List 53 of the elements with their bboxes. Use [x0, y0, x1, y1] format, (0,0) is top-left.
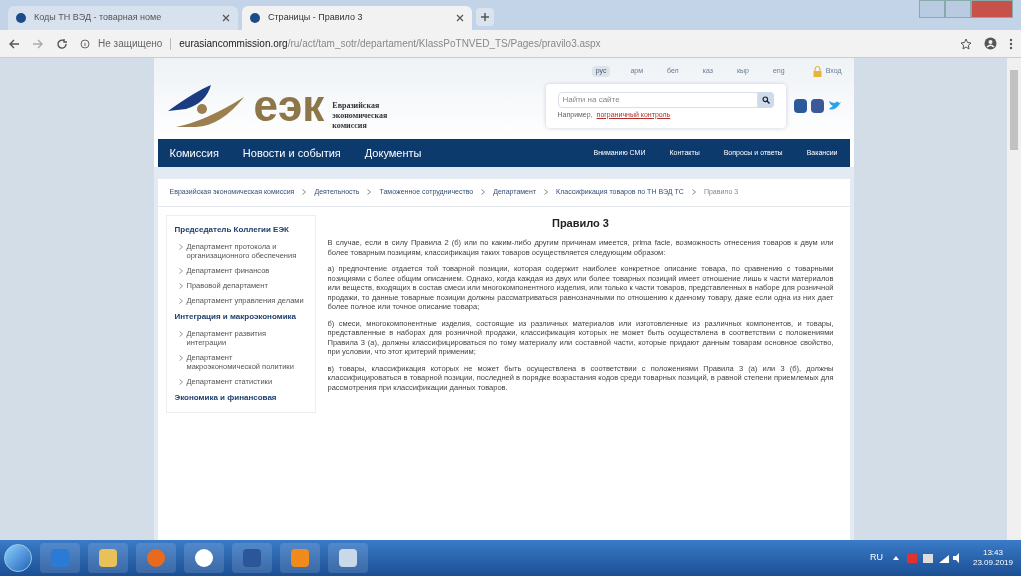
app-icon[interactable]	[184, 543, 224, 573]
nav-link[interactable]: Комиссия	[169, 144, 219, 162]
address-field[interactable]: Не защищено eurasiancommission.org/ru/act/tam_sotr/departament/KlassPoTNVED_TS/Pages/pravilo3.aspx	[80, 36, 948, 51]
language-indicator[interactable]: RU	[869, 551, 883, 565]
search-icon	[761, 95, 770, 104]
chevron-icon	[544, 189, 549, 196]
chevron-icon	[178, 297, 183, 304]
chevron-icon	[178, 267, 183, 274]
account-icon[interactable]	[984, 37, 997, 50]
nav-link[interactable]: Новости и события	[242, 144, 341, 162]
app-icon[interactable]	[88, 543, 128, 573]
sidebar-heading[interactable]: Интеграция и макроэкономика	[174, 310, 307, 323]
chevron-icon	[367, 189, 372, 196]
clock-time: 13:43	[982, 548, 1003, 558]
chevron-icon	[481, 189, 486, 196]
start-button[interactable]	[4, 544, 32, 572]
tab-title: Страницы - Правило 3	[268, 11, 364, 25]
favicon-icon	[250, 13, 260, 23]
chevron-icon	[178, 330, 183, 337]
menu-icon[interactable]	[1009, 37, 1013, 50]
window-controls[interactable]	[919, 0, 1013, 18]
app-icon[interactable]	[328, 543, 368, 573]
clock-date: 23.09.2019	[972, 558, 1013, 568]
chevron-icon	[691, 189, 696, 196]
sidebar-heading[interactable]: Экономика и финансовая	[174, 391, 307, 404]
article-title: Правило 3	[551, 215, 610, 231]
browser-tab[interactable]: Коды ТН ВЭД - товарная номе	[8, 6, 238, 30]
chevron-icon	[302, 189, 307, 196]
nav-link[interactable]: Документы	[364, 144, 422, 162]
favicon-icon	[16, 13, 26, 23]
tray-icons[interactable]	[890, 552, 961, 564]
close-icon[interactable]	[456, 14, 464, 22]
tab-title: Коды ТН ВЭД - товарная номе	[34, 11, 163, 25]
search-field[interactable]: Найти на сайте	[557, 91, 758, 108]
back-icon[interactable]	[8, 37, 20, 50]
scrollbar[interactable]	[1007, 58, 1021, 540]
star-icon[interactable]	[960, 37, 972, 50]
browser-tab[interactable]: Страницы - Правило 3	[242, 6, 472, 30]
url-text: eurasiancommission.org/ru/act/tam_sotr/departament/KlassPoTNVED_TS/Pages/pravilo3.aspx	[179, 37, 601, 51]
lock-icon	[812, 66, 822, 77]
security-label: Не защищено	[98, 37, 163, 51]
chevron-icon	[178, 378, 183, 385]
info-icon	[80, 38, 90, 49]
new-tab-button[interactable]	[476, 8, 494, 26]
chevron-icon	[178, 354, 183, 361]
chevron-icon	[178, 282, 183, 289]
sidebar-heading[interactable]: Председатель Коллегии ЕЭК	[174, 223, 307, 236]
logo-text: еэк	[253, 84, 325, 128]
reload-icon[interactable]	[56, 37, 68, 50]
plus-icon	[480, 12, 490, 22]
close-icon[interactable]	[222, 14, 230, 22]
chevron-icon	[178, 243, 183, 250]
logo-caption: Евразийская экономическая комиссия	[332, 101, 389, 131]
